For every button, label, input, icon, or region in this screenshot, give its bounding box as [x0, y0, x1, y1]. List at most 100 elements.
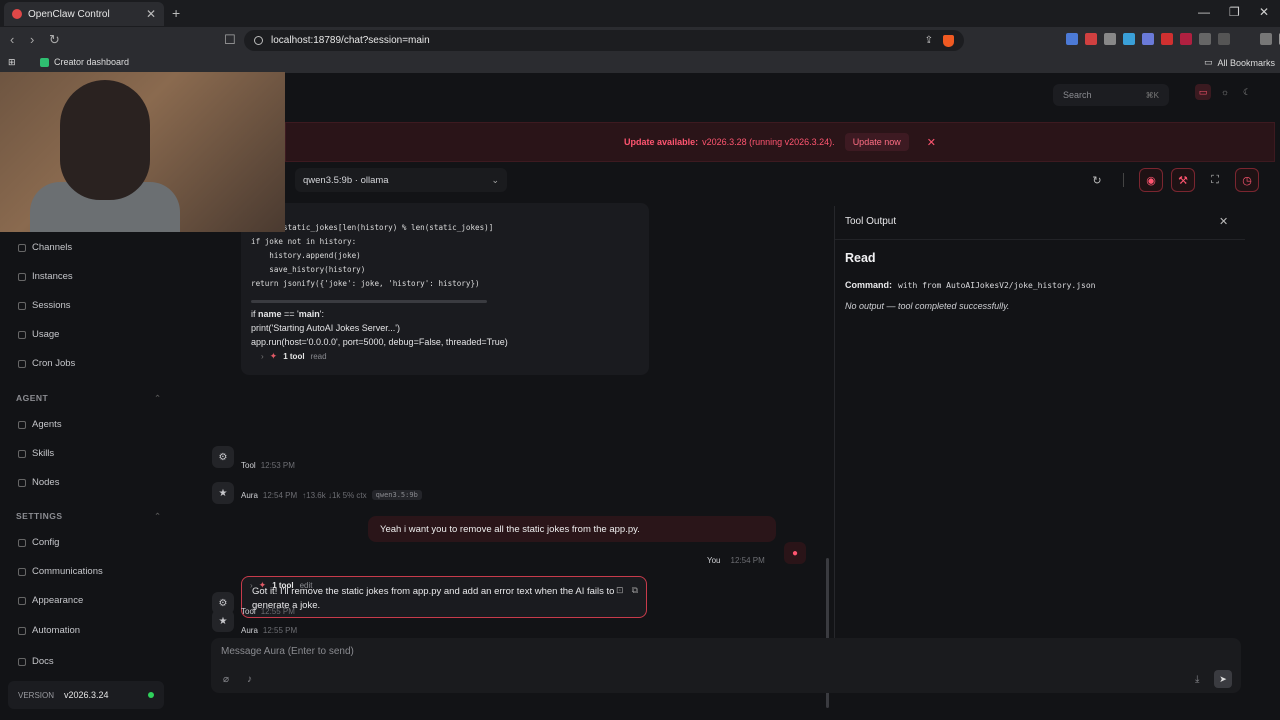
attach-icon[interactable]: ⌀ — [223, 674, 229, 685]
link-icon — [18, 243, 26, 252]
minimize-icon[interactable]: — — [1198, 5, 1210, 19]
extension-icon[interactable] — [1104, 33, 1116, 45]
sidebar-item-usage[interactable]: Usage — [18, 329, 59, 340]
clock-icon — [18, 359, 26, 368]
sidebar-item-agents[interactable]: Agents — [18, 419, 62, 430]
extension-icon[interactable] — [1180, 33, 1192, 45]
command-label: Command: — [845, 280, 892, 290]
send-button[interactable]: ➤ — [1214, 670, 1232, 688]
close-icon[interactable]: ✕ — [1219, 215, 1228, 228]
header-separator — [1123, 173, 1124, 187]
open-icon[interactable]: ⊡ — [616, 583, 624, 597]
forward-icon[interactable]: › — [30, 32, 34, 47]
share-icon[interactable]: ⇪ — [925, 35, 933, 46]
prose-line: print('Starting AutoAI Jokes Server...') — [251, 323, 401, 333]
reload-icon[interactable]: ↻ — [49, 32, 60, 48]
apps-grid-icon[interactable]: ⊞ — [8, 57, 16, 68]
sidebar-item-skills[interactable]: Skills — [18, 448, 54, 459]
sidebar-item-sessions[interactable]: Sessions — [18, 300, 71, 311]
tool-summary[interactable]: › ✦ 1 tool edit — [250, 580, 312, 591]
token-stats: ↑13.6k ↓1k 5% ctx — [302, 490, 367, 500]
tool-summary[interactable]: › ✦ 1 tool read — [261, 351, 327, 362]
sun-icon[interactable]: ☼ — [1217, 84, 1233, 100]
code-scrollbar[interactable] — [251, 300, 487, 303]
sidebar-item-docs[interactable]: Docs — [18, 656, 54, 667]
sidebar-toggle-icon[interactable] — [1260, 33, 1272, 45]
message-text: Yeah i want you to remove all the static… — [380, 523, 640, 535]
chevron-up-icon: ⌃ — [154, 511, 162, 521]
divider — [835, 239, 1245, 240]
history-icon[interactable]: ◷ — [1235, 168, 1259, 192]
wrench-icon[interactable]: ⚒ — [1171, 168, 1195, 192]
sidebar-item-appearance[interactable]: Appearance — [18, 595, 83, 606]
refresh-icon[interactable]: ↻ — [1085, 168, 1109, 192]
model-selector[interactable]: qwen3.5:9b · ollama ⌄ — [295, 168, 507, 192]
tool-kind: read — [310, 352, 327, 361]
tool-kind: edit — [299, 581, 313, 590]
section-agent[interactable]: AGENT ⌃ — [16, 393, 161, 403]
sender-name: Aura — [241, 626, 258, 635]
bullet: › — [261, 352, 264, 361]
tab-close-icon[interactable]: ✕ — [146, 7, 156, 21]
extension-icon[interactable] — [1085, 33, 1097, 45]
sidebar-item-communications[interactable]: Communications — [18, 566, 103, 577]
address-bar[interactable]: localhost:18789/chat?session=main ⇪ — [244, 30, 964, 51]
window-close-icon[interactable]: ✕ — [1259, 5, 1269, 19]
command-value: with from AutoAIJokesV2/joke_history.jso… — [898, 280, 1096, 290]
site-info-icon[interactable] — [254, 36, 263, 45]
sidebar-item-nodes[interactable]: Nodes — [18, 477, 59, 488]
section-settings[interactable]: SETTINGS ⌃ — [16, 511, 161, 521]
back-icon[interactable]: ‹ — [10, 32, 14, 47]
brain-icon[interactable]: ◉ — [1139, 168, 1163, 192]
code-block: joke = static_jokes[len(history) % len(s… — [251, 221, 493, 291]
sidebar-item-channels[interactable]: Channels — [18, 242, 72, 253]
creator-dashboard-icon — [40, 57, 49, 67]
star-icon: ★ — [218, 487, 228, 499]
sidebar-item-config[interactable]: Config — [18, 537, 59, 548]
banner-close-icon[interactable]: ✕ — [927, 136, 936, 149]
extension-icon[interactable] — [1066, 33, 1078, 45]
tab-title: OpenClaw Control — [28, 8, 110, 20]
sidebar-item-cron-jobs[interactable]: Cron Jobs — [18, 358, 75, 369]
focus-icon[interactable]: ⛶ — [1203, 168, 1227, 192]
sidebar-item-label: Skills — [32, 448, 55, 459]
message-meta: Aura 12:54 PM ↑13.6k ↓1k 5% ctx qwen3.5:… — [241, 490, 422, 500]
all-bookmarks[interactable]: ▭ All Bookmarks — [1204, 57, 1275, 68]
sidebar-item-automation[interactable]: Automation — [18, 625, 80, 636]
bookmark-icon[interactable]: ☐ — [224, 32, 236, 48]
moon-icon[interactable]: ☾ — [1239, 84, 1255, 100]
gear-icon: ⚙ — [218, 597, 228, 609]
chat-thread: joke = static_jokes[len(history) % len(s… — [205, 203, 825, 635]
message-meta: Aura 12:55 PM — [241, 626, 297, 635]
send-icon — [18, 567, 26, 576]
extension-icon[interactable] — [1218, 33, 1230, 45]
download-icon[interactable]: ⤓ — [1195, 674, 1199, 685]
new-tab-icon[interactable]: + — [172, 5, 180, 21]
code-line: if joke not in history: — [251, 237, 357, 246]
star-icon: ★ — [218, 615, 228, 627]
search-input[interactable]: Search ⌘K — [1053, 84, 1169, 106]
assistant-message-code: joke = static_jokes[len(history) % len(s… — [241, 203, 649, 375]
monitor-icon[interactable]: ▭ — [1195, 84, 1211, 100]
sidebar-item-label: Channels — [32, 242, 73, 253]
browser-tab[interactable]: OpenClaw Control ✕ — [4, 2, 164, 26]
puzzle-icon[interactable] — [1199, 33, 1211, 45]
brave-shields-icon[interactable] — [943, 34, 954, 47]
sender-name: Tool — [241, 461, 256, 470]
bolt-icon — [18, 449, 26, 458]
sidebar-item-instances[interactable]: Instances — [18, 271, 73, 282]
bookmark-creator-dashboard[interactable]: Creator dashboard — [40, 57, 129, 67]
microphone-icon[interactable]: ♪ — [247, 674, 252, 685]
copy-icon[interactable]: ⧉ — [632, 583, 638, 597]
extensions-bar — [1066, 33, 1280, 45]
message-composer: ⌀ ♪ ⤓ ➤ — [211, 638, 1241, 693]
maximize-icon[interactable]: ❐ — [1229, 5, 1240, 19]
update-now-button[interactable]: Update now — [844, 133, 909, 151]
extension-icon[interactable] — [1123, 33, 1135, 45]
message-input[interactable] — [221, 646, 1121, 657]
update-detail: v2026.3.28 (running v2026.3.24). — [702, 137, 835, 147]
prose-fragment: if — [251, 309, 259, 319]
extension-icon[interactable] — [1142, 33, 1154, 45]
extension-icon[interactable] — [1161, 33, 1173, 45]
status-dot-icon — [148, 692, 154, 698]
